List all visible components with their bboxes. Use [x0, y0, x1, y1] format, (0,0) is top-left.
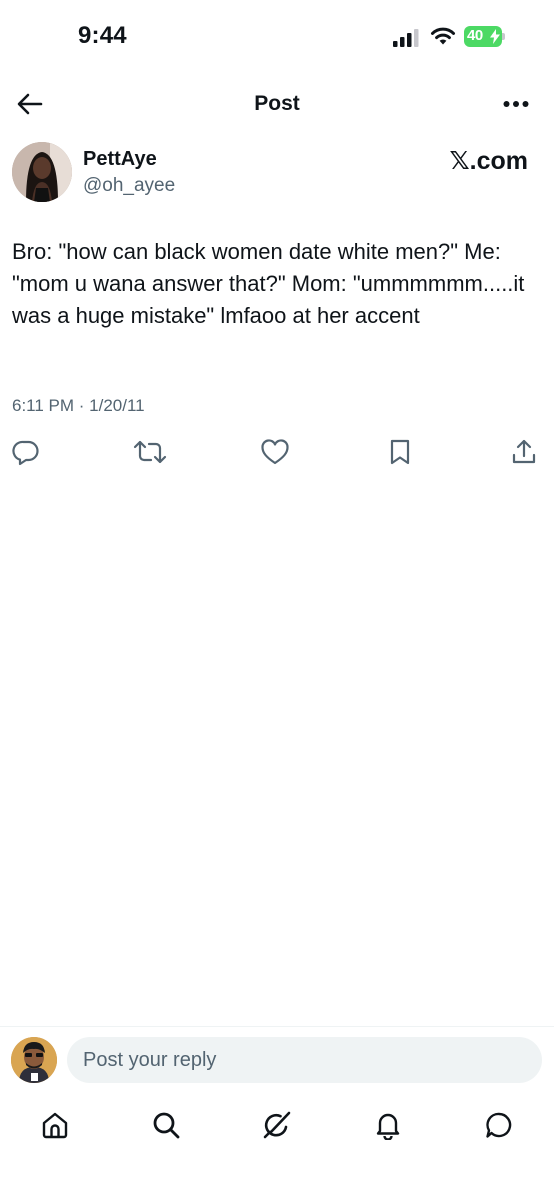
notifications-icon	[376, 1113, 400, 1140]
like-icon	[261, 439, 289, 465]
more-options-button[interactable]	[500, 90, 532, 118]
reply-divider	[0, 1026, 554, 1027]
more-options-icon	[503, 101, 529, 107]
reply-input[interactable]: Post your reply	[67, 1037, 542, 1083]
post-header: Post	[0, 78, 554, 130]
grok-icon	[263, 1111, 291, 1139]
source-label: 𝕏.com	[449, 147, 529, 175]
messages-icon	[486, 1112, 512, 1138]
author-avatar[interactable]	[12, 142, 72, 202]
cellular-signal-icon	[393, 29, 419, 47]
status-bar: 9:44 40	[0, 0, 554, 72]
search-icon	[153, 1112, 180, 1139]
retweet-button[interactable]	[132, 434, 168, 470]
tab-grok[interactable]	[260, 1108, 294, 1142]
reply-button[interactable]	[8, 434, 44, 470]
share-button[interactable]	[506, 434, 542, 470]
reply-icon	[12, 440, 39, 466]
page-title: Post	[254, 92, 300, 115]
tab-home[interactable]	[38, 1108, 72, 1142]
tweet-actions	[0, 434, 554, 470]
wifi-icon	[431, 27, 455, 45]
bookmark-icon	[390, 439, 410, 465]
tab-messages[interactable]	[482, 1108, 516, 1142]
status-time: 9:44	[78, 22, 127, 49]
author-handle[interactable]: @oh_ayee	[83, 175, 175, 197]
reply-placeholder: Post your reply	[83, 1048, 217, 1071]
battery-level: 40	[467, 27, 483, 44]
tab-notifications[interactable]	[371, 1108, 405, 1142]
tweet-text: Bro: "how can black women date white men…	[12, 239, 525, 328]
retweet-icon	[133, 440, 167, 464]
tab-search[interactable]	[149, 1108, 183, 1142]
home-icon	[42, 1112, 68, 1139]
bookmark-button[interactable]	[382, 434, 418, 470]
bottom-tab-bar	[0, 1100, 554, 1150]
battery-charging-icon: 40	[464, 26, 506, 47]
share-icon	[512, 439, 536, 464]
like-button[interactable]	[257, 434, 293, 470]
author-name[interactable]: PettAye	[83, 148, 157, 171]
tweet-timestamp: 6:11 PM · 1/20/11	[12, 396, 145, 415]
user-avatar[interactable]	[11, 1037, 57, 1083]
